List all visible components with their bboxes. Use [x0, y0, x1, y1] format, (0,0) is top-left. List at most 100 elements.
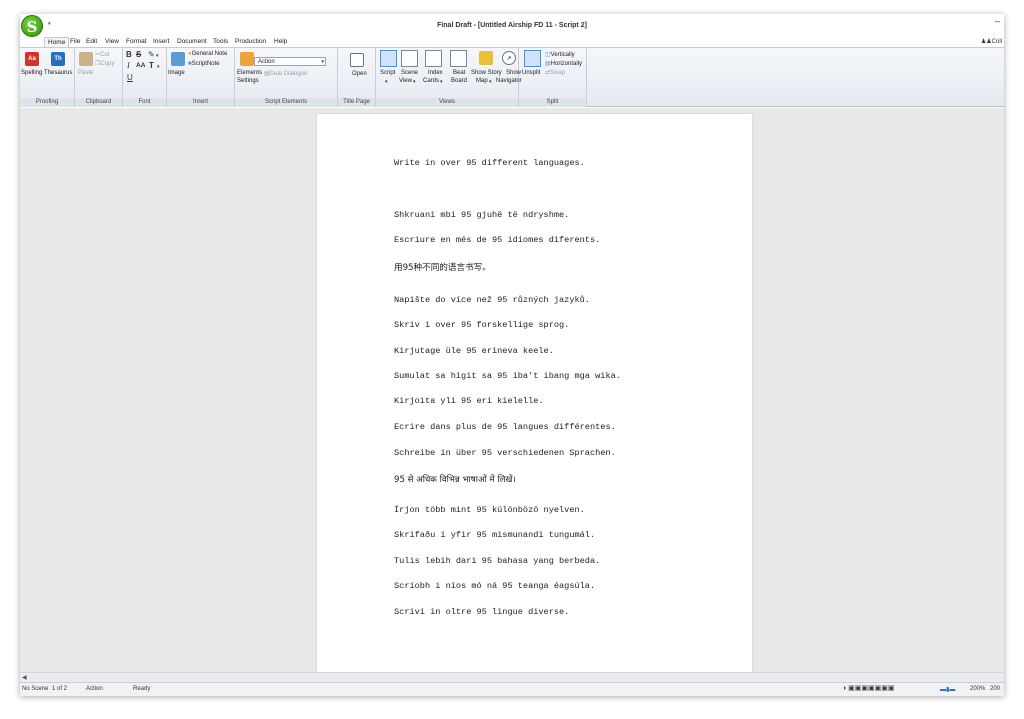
navigator-icon[interactable]: ↗: [502, 51, 516, 65]
highlighter-dropdown-icon[interactable]: ▾: [156, 53, 159, 59]
paste-button[interactable]: Paste: [78, 70, 93, 76]
image-button[interactable]: Image: [168, 70, 185, 76]
script-view-icon[interactable]: [380, 50, 397, 67]
tab-document[interactable]: Document: [174, 37, 210, 47]
bold-button[interactable]: B: [126, 50, 132, 59]
font-size-button[interactable]: AA: [136, 62, 145, 69]
spelling-button[interactable]: Spelling: [21, 70, 42, 76]
index-cards-label: Cards: [423, 78, 440, 84]
tab-file[interactable]: File: [67, 37, 83, 47]
scene-view-dropdown-icon[interactable]: ▾: [413, 79, 416, 85]
script-page[interactable]: Write in over 95 different languages. Sh…: [317, 114, 752, 676]
title-page-icon[interactable]: [350, 53, 364, 67]
story-map-label: Map: [476, 78, 488, 84]
script-line[interactable]: Kirjutage üle 95 erineva keele.: [394, 346, 554, 356]
unsplit-button[interactable]: Unsplit: [522, 70, 540, 76]
show-story-map-button[interactable]: Show Story: [471, 70, 502, 76]
highlighter-icon[interactable]: ✎: [148, 50, 155, 59]
script-note-button[interactable]: ■ScriptNote: [188, 61, 220, 67]
zoom-level-secondary[interactable]: 200: [990, 686, 1000, 692]
image-icon[interactable]: [171, 52, 185, 66]
app-logo[interactable]: S: [21, 15, 43, 37]
text-color-dropdown-icon[interactable]: ▾: [157, 64, 160, 70]
minimize-button[interactable]: –: [995, 16, 1000, 26]
scene-view-button[interactable]: Scene: [401, 70, 418, 76]
view-mode-icons[interactable]: ◑ ▣▣▣▣▣▣▣: [842, 684, 894, 692]
settings-button[interactable]: Settings: [237, 78, 259, 84]
script-line[interactable]: Skriv i over 95 forskellige sprog.: [394, 320, 569, 330]
page-status: 1 of 2: [52, 686, 68, 692]
script-line[interactable]: Ecrire dans plus de 95 langues différent…: [394, 422, 616, 432]
script-line[interactable]: 95 से अधिक विभिन्न भाषाओं में लिखें।: [394, 473, 516, 485]
split-horizontally-button[interactable]: ▤Horizontally: [545, 60, 582, 67]
general-note-button[interactable]: ●General Note: [188, 51, 227, 57]
story-map-dropdown-icon[interactable]: ▾: [489, 79, 492, 85]
elements-settings-icon[interactable]: [240, 52, 254, 66]
italic-button[interactable]: I: [127, 61, 130, 70]
script-line[interactable]: Skrifaðu í yfir 95 mismunandi tungumál.: [394, 530, 595, 540]
script-line[interactable]: Escriure en més de 95 idiomes diferents.: [394, 235, 600, 245]
spelling-icon[interactable]: Aa: [25, 52, 39, 66]
swap-button[interactable]: ⇄Swap: [545, 69, 565, 76]
beat-board-label: Board: [451, 78, 468, 84]
menu-bar: Home File Edit View Format Insert Docume…: [20, 36, 1004, 47]
dual-dialogue-button[interactable]: ▤Dual Dialogue: [264, 70, 307, 77]
element-type-dropdown[interactable]: Action ▾: [254, 57, 326, 66]
index-cards-dropdown-icon[interactable]: ▾: [440, 79, 443, 85]
script-view-button[interactable]: Script: [380, 70, 395, 76]
tab-view[interactable]: View: [102, 37, 122, 47]
thesaurus-icon[interactable]: Th: [51, 52, 65, 66]
group-label-insert: Insert: [167, 98, 234, 107]
tab-edit[interactable]: Edit: [83, 37, 100, 47]
split-vertically-button[interactable]: ◫Vertically: [545, 51, 575, 58]
scene-view-label: View: [399, 78, 412, 84]
tab-tools[interactable]: Tools: [210, 37, 231, 47]
group-label-script-elements: Script Elements: [235, 98, 337, 107]
script-view-dropdown-icon[interactable]: ▾: [385, 79, 388, 85]
script-line[interactable]: Kirjoita yli 95 eri kielelle.: [394, 396, 544, 406]
unsplit-icon[interactable]: [524, 50, 541, 67]
index-cards-icon[interactable]: [425, 50, 442, 67]
script-line[interactable]: Tulis lebih dari 95 bahasa yang berbeda.: [394, 556, 600, 566]
script-line[interactable]: 用95种不同的语言书写。: [394, 261, 491, 273]
strikethrough-button[interactable]: S: [136, 50, 141, 59]
open-title-page-button[interactable]: Open: [352, 71, 367, 77]
zoom-level[interactable]: 200%: [970, 686, 985, 692]
zoom-slider[interactable]: ▬▮▬: [940, 686, 955, 693]
script-line[interactable]: Scríobh i níos mó ná 95 teanga éagsúla.: [394, 581, 595, 591]
script-line[interactable]: Napište do více než 95 různých jazyků.: [394, 295, 590, 305]
collaborate-button[interactable]: ♟♟Coll: [981, 38, 1002, 45]
tab-insert[interactable]: Insert: [150, 37, 172, 47]
tab-help[interactable]: Help: [271, 37, 290, 47]
scroll-left-icon[interactable]: ◀: [22, 674, 27, 681]
script-line[interactable]: Scrivi in oltre 95 lingue diverse.: [394, 607, 569, 617]
script-line[interactable]: Írjon több mint 95 különböző nyelven.: [394, 505, 585, 515]
tab-production[interactable]: Production: [232, 37, 269, 47]
text-color-button[interactable]: T: [149, 61, 154, 70]
index-cards-button[interactable]: Index: [428, 70, 443, 76]
chevron-down-icon: ▾: [321, 59, 324, 65]
beat-board-icon[interactable]: [450, 50, 467, 67]
script-line[interactable]: Write in over 95 different languages.: [394, 158, 585, 168]
script-line[interactable]: Shkruani mbi 95 gjuhë të ndryshme.: [394, 210, 569, 220]
users-icon: ♟♟: [980, 39, 992, 45]
script-line[interactable]: Sumulat sa higit sa 95 iba't ibang mga w…: [394, 371, 621, 381]
elements-button[interactable]: Elements: [237, 70, 262, 76]
thesaurus-button[interactable]: Thesaurus: [44, 70, 72, 76]
tab-format[interactable]: Format: [123, 37, 150, 47]
underline-button[interactable]: U: [127, 73, 133, 82]
scene-view-icon[interactable]: [401, 50, 418, 67]
element-status: Action: [86, 686, 103, 692]
cut-button[interactable]: ✂Cut: [95, 51, 109, 58]
tab-home[interactable]: Home: [44, 37, 70, 47]
beat-board-button[interactable]: Beat: [453, 70, 465, 76]
story-map-icon[interactable]: [479, 51, 493, 65]
navigator-label: Navigator: [496, 78, 522, 84]
script-line[interactable]: Schreibe in über 95 verschiedenen Sprach…: [394, 448, 616, 458]
status-bar: No Scene 1 of 2 Action Ready ◑ ▣▣▣▣▣▣▣ ▬…: [20, 682, 1004, 696]
group-label-proofing: Proofing: [20, 98, 74, 107]
paste-icon[interactable]: [79, 52, 93, 66]
copy-button[interactable]: ❐Copy: [95, 60, 114, 67]
horizontal-scrollbar[interactable]: ◀: [20, 672, 1004, 682]
document-area[interactable]: Write in over 95 different languages. Sh…: [20, 108, 1004, 676]
